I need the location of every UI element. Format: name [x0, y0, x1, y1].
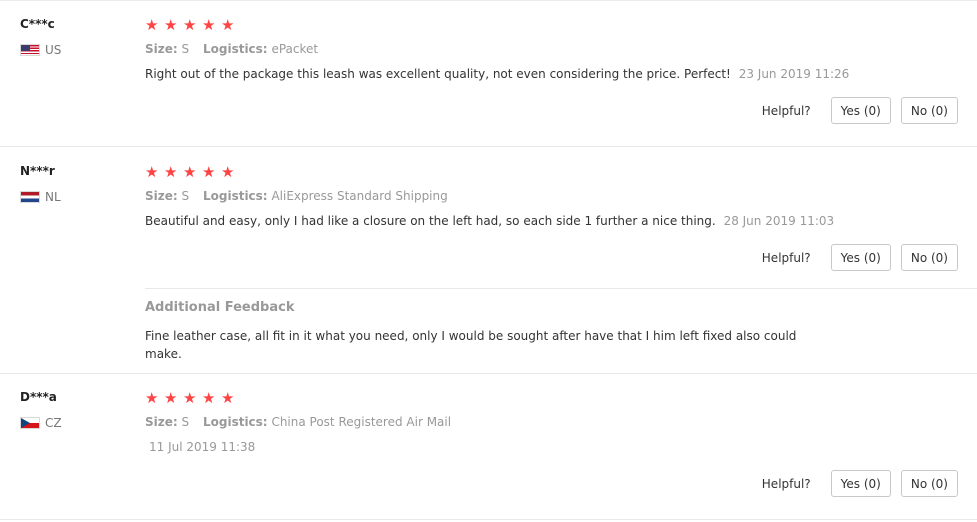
review-body: Beautiful and easy, only I had like a cl…	[145, 214, 716, 228]
helpful-label: Helpful?	[761, 103, 811, 118]
review-text: Right out of the package this leash was …	[145, 67, 965, 81]
review-date: 11 Jul 2019 11:38	[149, 440, 256, 454]
star-icon: ★	[164, 389, 178, 407]
reviewer-info: N***r NL	[20, 164, 61, 204]
star-rating: ★ ★ ★ ★ ★	[145, 164, 965, 180]
star-icon: ★	[221, 389, 235, 407]
logistics-label: Logistics:	[202, 42, 268, 56]
helpful-no-button[interactable]: No (0)	[900, 97, 958, 124]
size-label: Size:	[145, 415, 178, 429]
helpful-yes-button[interactable]: Yes (0)	[830, 97, 891, 124]
helpful-yes-button[interactable]: Yes (0)	[830, 470, 891, 497]
size-value: S	[181, 415, 190, 429]
size-label: Size:	[145, 42, 178, 56]
reviewer-country: CZ	[20, 416, 62, 430]
review-divider	[0, 373, 977, 374]
additional-feedback-text: Fine leather case, all fit in it what yo…	[145, 329, 797, 361]
review-content: ★ ★ ★ ★ ★ Size: S Logistics: ePacket Right o…	[145, 17, 965, 81]
star-icon: ★	[145, 16, 159, 34]
flag-nl-icon	[20, 191, 40, 203]
order-info: Size: S Logistics: China Post Registered…	[145, 415, 965, 429]
reviewer-info: D***a CZ	[20, 390, 62, 430]
size-label: Size:	[145, 189, 178, 203]
review-divider	[0, 519, 977, 520]
review-body: Right out of the package this leash was …	[145, 67, 731, 81]
logistics-label: Logistics:	[202, 415, 268, 429]
reviewer-name: C***c	[20, 17, 55, 31]
country-code: CZ	[45, 416, 62, 430]
country-code: US	[45, 43, 62, 57]
flag-cz-icon	[20, 417, 40, 429]
order-info: Size: S Logistics: ePacket	[145, 42, 965, 56]
helpful-no-button[interactable]: No (0)	[900, 470, 958, 497]
star-icon: ★	[202, 389, 216, 407]
star-icon: ★	[221, 16, 235, 34]
review-date: 28 Jun 2019 11:03	[723, 214, 835, 228]
star-icon: ★	[221, 163, 235, 181]
star-icon: ★	[183, 389, 197, 407]
star-icon: ★	[145, 389, 159, 407]
review-content: ★ ★ ★ ★ ★ Size: S Logistics: AliExpress Stan…	[145, 164, 965, 228]
country-code: NL	[45, 190, 61, 204]
size-value: S	[181, 189, 190, 203]
reviewer-name: D***a	[20, 390, 57, 404]
helpful-label: Helpful?	[761, 476, 811, 491]
star-icon: ★	[164, 163, 178, 181]
star-icon: ★	[202, 16, 216, 34]
top-divider	[0, 0, 977, 1]
reviewer-info: C***c US	[20, 17, 61, 57]
star-icon: ★	[183, 16, 197, 34]
reviewer-name: N***r	[20, 164, 55, 178]
size-value: S	[181, 42, 190, 56]
logistics-value: AliExpress Standard Shipping	[271, 189, 448, 203]
reviewer-country: NL	[20, 190, 61, 204]
additional-feedback-divider	[145, 288, 977, 289]
star-icon: ★	[183, 163, 197, 181]
star-rating: ★ ★ ★ ★ ★	[145, 17, 965, 33]
star-icon: ★	[164, 16, 178, 34]
additional-feedback-title: Additional Feedback	[145, 300, 295, 315]
helpful-label: Helpful?	[761, 250, 811, 265]
star-rating: ★ ★ ★ ★ ★	[145, 390, 965, 406]
star-icon: ★	[145, 163, 159, 181]
helpful-controls: Helpful? Yes (0) No (0)	[762, 244, 958, 271]
logistics-value: China Post Registered Air Mail	[271, 415, 452, 429]
review-date: 23 Jun 2019 11:26	[738, 67, 850, 81]
logistics-label: Logistics:	[202, 189, 268, 203]
order-info: Size: S Logistics: AliExpress Standard S…	[145, 189, 965, 203]
star-icon: ★	[202, 163, 216, 181]
review-content: ★ ★ ★ ★ ★ Size: S Logistics: China Post Regi…	[145, 390, 965, 454]
review-divider	[0, 146, 977, 147]
flag-us-icon	[20, 44, 40, 56]
helpful-controls: Helpful? Yes (0) No (0)	[762, 470, 958, 497]
reviewer-country: US	[20, 43, 61, 57]
logistics-value: ePacket	[271, 42, 319, 56]
helpful-yes-button[interactable]: Yes (0)	[830, 244, 891, 271]
review-text: Beautiful and easy, only I had like a cl…	[145, 214, 965, 228]
helpful-no-button[interactable]: No (0)	[900, 244, 958, 271]
helpful-controls: Helpful? Yes (0) No (0)	[762, 97, 958, 124]
